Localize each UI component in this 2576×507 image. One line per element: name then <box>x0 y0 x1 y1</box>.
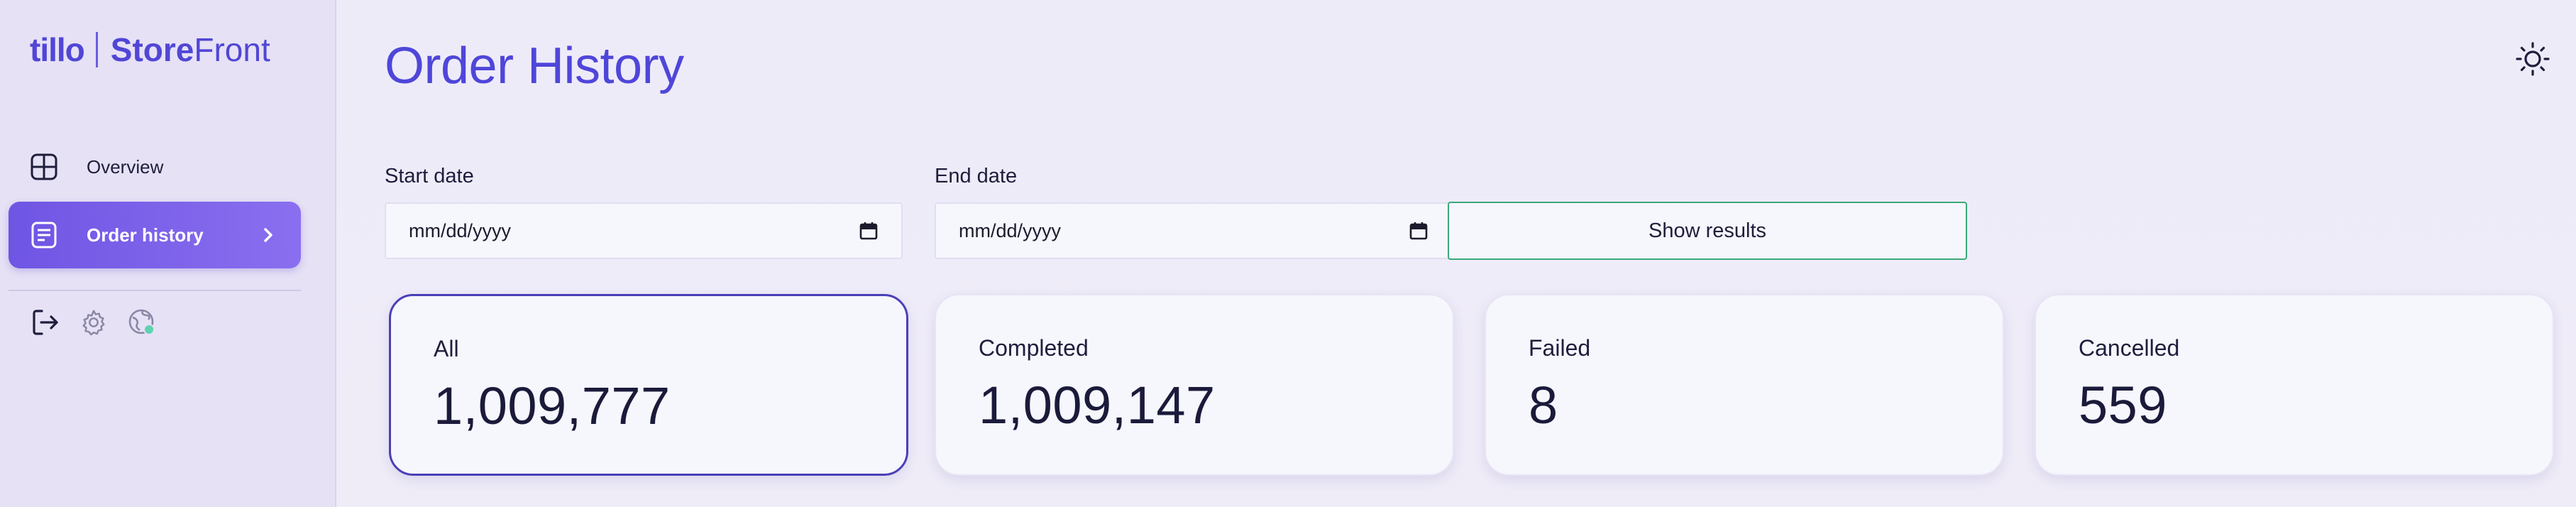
sidebar-nav: Overview Order history <box>9 133 301 270</box>
stat-card-all[interactable]: All 1,009,777 <box>389 294 908 476</box>
logout-icon[interactable] <box>30 307 61 338</box>
stat-label: Completed <box>979 335 1089 361</box>
sidebar: tillo Store Front Overview Order history <box>0 0 336 507</box>
logo-divider <box>95 32 98 67</box>
sidebar-divider <box>9 290 301 291</box>
main-content: Order History Start date mm/dd/yyyy End … <box>336 0 2576 507</box>
document-icon <box>30 221 58 249</box>
brand-logo[interactable]: tillo Store Front <box>30 28 270 71</box>
sun-icon[interactable] <box>2514 40 2552 78</box>
stat-label: All <box>434 336 459 361</box>
stat-value: 1,009,147 <box>979 376 1216 435</box>
start-date-placeholder: mm/dd/yyyy <box>409 219 512 241</box>
calendar-icon[interactable] <box>1409 221 1430 242</box>
brand-name-light: Front <box>194 31 270 68</box>
sidebar-item-overview[interactable]: Overview <box>9 133 301 200</box>
stat-card-completed[interactable]: Completed 1,009,147 <box>935 294 1454 476</box>
stat-card-cancelled[interactable]: Cancelled 559 <box>2035 294 2554 476</box>
stat-label: Cancelled <box>2079 335 2180 361</box>
stat-value: 8 <box>1529 376 1558 435</box>
chevron-right-icon <box>261 223 275 252</box>
globe-icon[interactable] <box>126 307 158 338</box>
sidebar-item-label: Order history <box>87 224 204 246</box>
end-date-input[interactable]: mm/dd/yyyy <box>935 202 1453 259</box>
start-date-label: Start date <box>385 165 474 187</box>
app-window: tillo Store Front Overview Order history… <box>0 0 2576 507</box>
brand-mark: tillo <box>30 31 85 68</box>
sidebar-item-order-history[interactable]: Order history <box>9 202 301 268</box>
stat-value: 559 <box>2079 376 2167 435</box>
grid-icon <box>30 153 58 181</box>
page-title: Order History <box>385 38 684 94</box>
stat-label: Failed <box>1529 335 1591 361</box>
start-date-input[interactable]: mm/dd/yyyy <box>385 202 903 259</box>
show-results-button[interactable]: Show results <box>1448 202 1967 260</box>
end-date-placeholder: mm/dd/yyyy <box>959 219 1062 241</box>
gear-icon[interactable] <box>78 307 109 338</box>
sidebar-item-label: Overview <box>87 156 164 178</box>
stat-card-failed[interactable]: Failed 8 <box>1485 294 2004 476</box>
stat-value: 1,009,777 <box>434 376 671 435</box>
calendar-icon[interactable] <box>859 221 880 242</box>
brand-name-bold: Store <box>110 31 194 68</box>
sidebar-tools <box>30 307 158 338</box>
end-date-label: End date <box>935 165 1018 187</box>
